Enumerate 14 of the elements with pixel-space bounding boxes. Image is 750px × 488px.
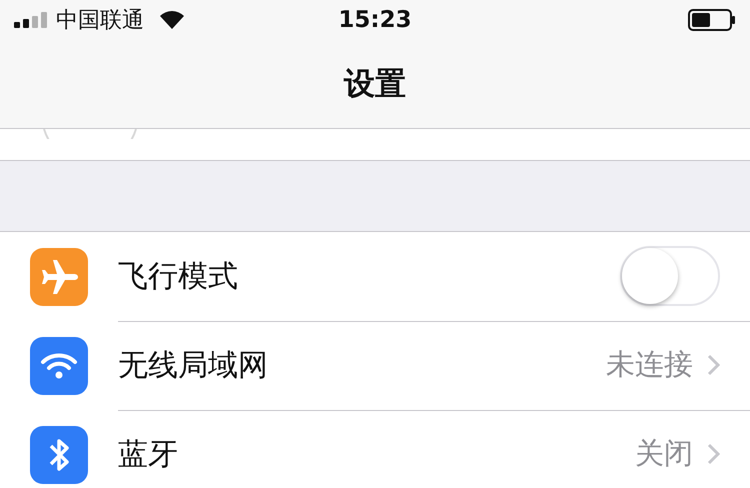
- signal-icon: [14, 12, 48, 28]
- setting-label[interactable]: 飞行模式: [118, 256, 238, 296]
- chevron-icon: [707, 354, 720, 376]
- chevron-icon: [707, 443, 720, 465]
- setting-label[interactable]: 蓝牙: [118, 434, 178, 474]
- carrier-name: 中国联通: [56, 7, 144, 35]
- battery-icon: [688, 9, 736, 31]
- setting-value: 未连接: [606, 346, 693, 383]
- wifi-icon: [160, 11, 184, 29]
- setting-label[interactable]: 无线局域网: [118, 344, 268, 386]
- toggle-switch[interactable]: [620, 246, 720, 306]
- status-time: 15:23: [338, 7, 412, 33]
- setting-value: 关闭: [635, 435, 693, 472]
- nav-title: 设置: [344, 65, 406, 104]
